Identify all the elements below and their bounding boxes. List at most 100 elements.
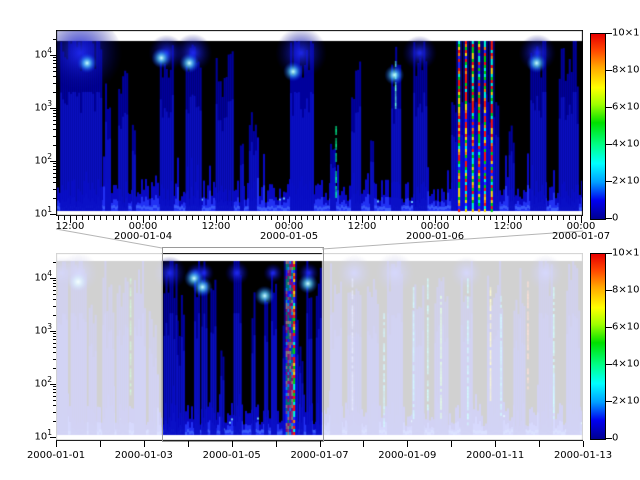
x-minor-tick xyxy=(192,216,193,220)
x-minor-tick xyxy=(392,216,393,220)
x-minor-tick xyxy=(338,216,339,220)
x-tick-label: 12:00 xyxy=(202,221,231,232)
y-minor-tick xyxy=(53,124,56,125)
y-minor-tick xyxy=(53,166,56,167)
y-minor-tick xyxy=(53,315,56,316)
y-minor-tick xyxy=(53,392,56,393)
x-minor-tick xyxy=(155,216,156,220)
colorbar-tick-label: 8×107 xyxy=(612,65,640,76)
y-minor-tick xyxy=(53,145,56,146)
y-tick-label: 102 xyxy=(4,156,52,167)
x-minor-tick xyxy=(204,216,205,220)
x-minor-tick xyxy=(179,216,180,220)
y-minor-tick xyxy=(53,163,56,164)
colorbar-tick-label: 6×107 xyxy=(612,102,640,113)
y-minor-tick xyxy=(53,136,56,137)
colorbar-tick-label: 0 xyxy=(612,213,618,224)
x-minor-tick xyxy=(514,216,515,220)
x-minor-tick xyxy=(417,216,418,220)
x-date-label: 2000-01-13 xyxy=(554,450,612,461)
y-minor-tick xyxy=(53,386,56,387)
x-minor-tick xyxy=(423,216,424,220)
y-tick-label: 101 xyxy=(4,432,52,443)
x-date-label: 2000-01-11 xyxy=(466,450,524,461)
x-minor-tick xyxy=(113,216,114,220)
x-minor-tick xyxy=(82,216,83,220)
y-minor-tick xyxy=(53,83,56,84)
selection-box[interactable] xyxy=(162,247,324,442)
y-minor-tick xyxy=(53,71,56,72)
y-tick-label: 101 xyxy=(4,209,52,220)
x-minor-tick xyxy=(319,216,320,220)
x-minor-tick xyxy=(295,216,296,220)
x-minor-tick xyxy=(222,216,223,220)
y-minor-tick xyxy=(53,333,56,334)
y-minor-tick xyxy=(53,198,56,199)
y-minor-tick xyxy=(53,421,56,422)
colorbar-top xyxy=(590,33,606,220)
x-minor-tick xyxy=(100,216,101,220)
x-minor-tick xyxy=(471,216,472,220)
colorbar-tick-label: 2×107 xyxy=(612,176,640,187)
y-minor-tick xyxy=(53,129,56,130)
x-tick xyxy=(100,441,101,447)
x-tick xyxy=(320,441,321,447)
y-minor-tick xyxy=(53,182,56,183)
x-minor-tick xyxy=(490,216,491,220)
x-minor-tick xyxy=(210,216,211,220)
x-minor-tick xyxy=(551,216,552,220)
x-tick-label: 12:00 xyxy=(494,221,523,232)
x-minor-tick xyxy=(374,216,375,220)
y-minor-tick xyxy=(53,283,56,284)
x-minor-tick xyxy=(557,216,558,220)
x-minor-tick xyxy=(271,216,272,220)
x-minor-tick xyxy=(447,216,448,220)
x-tick xyxy=(451,441,452,447)
x-date-label: 2000-01-06 xyxy=(406,231,464,242)
x-date-label: 2000-01-01 xyxy=(27,450,85,461)
x-minor-tick xyxy=(368,216,369,220)
x-minor-tick xyxy=(520,216,521,220)
x-date-label: 2000-01-05 xyxy=(260,231,318,242)
top-spectrogram[interactable] xyxy=(56,30,583,216)
y-minor-tick xyxy=(53,280,56,281)
y-minor-tick xyxy=(53,306,56,307)
x-minor-tick xyxy=(313,216,314,220)
y-tick-label: 104 xyxy=(4,50,52,61)
x-minor-tick xyxy=(332,216,333,220)
colorbar-tick-label: 6×107 xyxy=(612,322,640,333)
x-minor-tick xyxy=(88,216,89,220)
y-minor-tick xyxy=(53,368,56,369)
x-minor-tick xyxy=(441,216,442,220)
x-tick xyxy=(276,441,277,447)
x-minor-tick xyxy=(325,216,326,220)
x-minor-tick xyxy=(76,216,77,220)
colorbar-overview xyxy=(590,253,606,440)
x-date-label: 2000-01-07 xyxy=(552,231,610,242)
x-minor-tick xyxy=(259,216,260,220)
x-minor-tick xyxy=(58,216,59,220)
x-minor-tick xyxy=(161,216,162,220)
x-tick-label: 12:00 xyxy=(348,221,377,232)
y-minor-tick xyxy=(53,339,56,340)
y-minor-tick xyxy=(53,173,56,174)
x-minor-tick xyxy=(532,216,533,220)
x-minor-tick xyxy=(453,216,454,220)
x-minor-tick xyxy=(167,216,168,220)
colorbar-tick-label: 10×107 xyxy=(612,248,640,259)
y-minor-tick xyxy=(53,39,56,40)
y-minor-tick xyxy=(53,67,56,68)
x-tick xyxy=(495,441,496,447)
y-minor-tick xyxy=(53,290,56,291)
y-minor-tick xyxy=(53,189,56,190)
y-minor-tick xyxy=(53,294,56,295)
y-minor-tick xyxy=(53,336,56,337)
y-minor-tick xyxy=(53,116,56,117)
x-date-label: 2000-01-09 xyxy=(378,450,436,461)
x-minor-tick xyxy=(356,216,357,220)
x-minor-tick xyxy=(350,216,351,220)
x-minor-tick xyxy=(526,216,527,220)
x-minor-tick xyxy=(173,216,174,220)
colorbar-tick-label: 10×107 xyxy=(612,28,640,39)
x-minor-tick xyxy=(234,216,235,220)
